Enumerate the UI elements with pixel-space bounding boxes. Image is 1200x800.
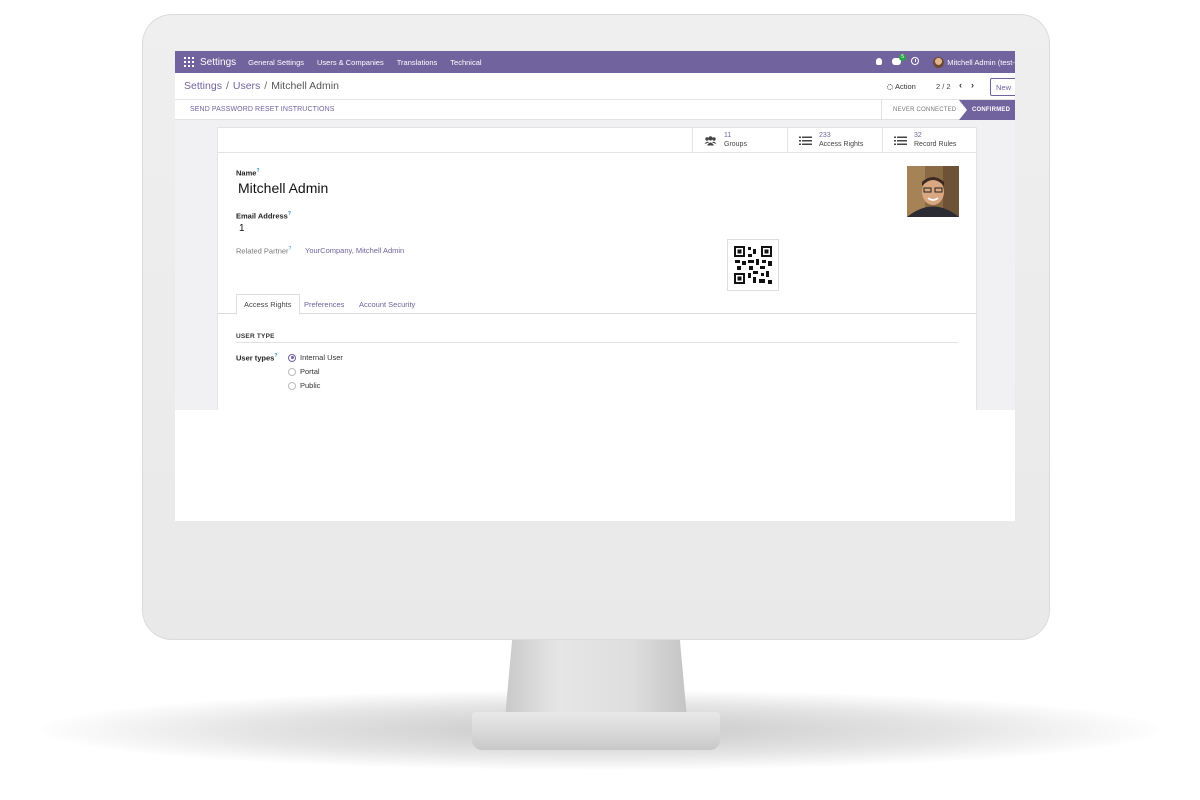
user-menu[interactable]: Mitchell Admin (test-d xyxy=(947,58,1015,67)
activity-clock-icon[interactable] xyxy=(911,57,920,67)
debug-bug-icon[interactable] xyxy=(876,57,883,67)
messages-count-badge: 5 xyxy=(899,53,907,61)
radio-portal[interactable]: Portal xyxy=(288,367,320,376)
groups-label: Groups xyxy=(724,140,747,148)
user-type-section-title: USER TYPE xyxy=(236,333,275,340)
users-icon xyxy=(704,135,717,145)
help-tooltip-icon[interactable]: ? xyxy=(274,353,277,359)
pager-value[interactable]: 2 / 2 xyxy=(936,82,951,91)
user-photo-avatar[interactable] xyxy=(907,166,959,217)
radio-unchecked-icon[interactable] xyxy=(288,367,296,376)
radio-label: Public xyxy=(300,381,321,390)
list-icon xyxy=(799,136,812,145)
groups-count: 11 xyxy=(724,132,732,139)
new-button[interactable]: New xyxy=(990,78,1015,96)
monitor-stand-base xyxy=(472,712,720,750)
chevron-left-icon[interactable]: ‹ xyxy=(959,80,962,90)
radio-label: Internal User xyxy=(300,353,343,362)
action-button[interactable]: Action xyxy=(887,82,916,91)
breadcrumb: Settings / Users / Mitchell Admin xyxy=(184,80,339,92)
form-tabs: Access Rights Preferences Account Securi… xyxy=(218,294,976,315)
access-rights-stat-button[interactable]: 233 Access Rights xyxy=(787,128,882,153)
empty-screen-area xyxy=(175,410,1015,521)
name-field[interactable]: Mitchell Admin xyxy=(238,180,328,196)
list-icon xyxy=(894,136,907,145)
form-sheet: 11 Groups 233 Access Rights 32 Record Ru… xyxy=(217,127,977,417)
groups-stat-button[interactable]: 11 Groups xyxy=(692,128,787,153)
monitor-stand-neck xyxy=(505,638,687,718)
radio-public[interactable]: Public xyxy=(288,381,320,390)
menu-translations[interactable]: Translations xyxy=(397,58,438,67)
apps-grid-icon[interactable] xyxy=(184,57,194,67)
record-rules-stat-button[interactable]: 32 Record Rules xyxy=(882,128,977,153)
related-partner-label: Related Partner? xyxy=(236,246,292,256)
action-label: Action xyxy=(895,82,916,91)
send-password-reset-button[interactable]: SEND PASSWORD RESET INSTRUCTIONS xyxy=(190,106,335,113)
menu-users-companies[interactable]: Users & Companies xyxy=(317,58,384,67)
email-label: Email Address? xyxy=(236,211,291,221)
help-tooltip-icon[interactable]: ? xyxy=(256,168,259,174)
user-photo-image xyxy=(907,166,959,217)
stage-confirmed[interactable]: CONFIRMED xyxy=(959,100,1015,120)
breadcrumb-current: Mitchell Admin xyxy=(271,80,339,92)
user-types-label: User types? xyxy=(236,353,278,363)
menu-general-settings[interactable]: General Settings xyxy=(248,58,304,67)
qr-code-graphic xyxy=(734,246,772,284)
section-divider xyxy=(236,342,958,343)
radio-checked-icon[interactable] xyxy=(288,353,296,362)
breadcrumb-users[interactable]: Users xyxy=(233,80,260,92)
help-tooltip-icon[interactable]: ? xyxy=(289,246,292,252)
tab-access-rights[interactable]: Access Rights xyxy=(236,294,300,315)
app-brand[interactable]: Settings xyxy=(200,57,236,68)
related-partner-link[interactable]: YourCompany, Mitchell Admin xyxy=(305,246,404,255)
breadcrumb-settings[interactable]: Settings xyxy=(184,80,222,92)
access-rights-label: Access Rights xyxy=(819,140,864,148)
record-rules-label: Record Rules xyxy=(914,140,957,148)
control-panel: Settings / Users / Mitchell Admin Action 2 /… xyxy=(175,73,1015,100)
radio-internal-user[interactable]: Internal User xyxy=(288,353,343,362)
chevron-right-icon[interactable]: › xyxy=(971,80,974,90)
tab-account-security[interactable]: Account Security xyxy=(352,294,422,314)
name-label: Name? xyxy=(236,168,260,178)
top-navbar: Settings General Settings Users & Compan… xyxy=(175,51,1015,73)
stage-never-connected[interactable]: NEVER CONNECTED xyxy=(881,100,961,120)
screen: Settings General Settings Users & Compan… xyxy=(175,51,1015,521)
stat-button-box: 11 Groups 233 Access Rights 32 Record Ru… xyxy=(218,128,976,153)
gear-icon xyxy=(887,83,893,90)
radio-unchecked-icon[interactable] xyxy=(288,381,296,390)
page: Settings General Settings Users & Compan… xyxy=(0,0,1200,800)
radio-label: Portal xyxy=(300,367,320,376)
access-rights-count: 233 xyxy=(819,132,831,139)
messages-chat-icon[interactable]: 5 xyxy=(892,53,907,67)
user-avatar[interactable] xyxy=(933,56,945,68)
menu-technical[interactable]: Technical xyxy=(450,58,481,67)
email-field[interactable]: 1 xyxy=(239,223,245,234)
record-rules-count: 32 xyxy=(914,132,922,139)
tab-preferences[interactable]: Preferences xyxy=(297,294,351,314)
help-tooltip-icon[interactable]: ? xyxy=(288,211,291,217)
navbar-systray: 5 Mitchell Admin (test-d xyxy=(866,51,1015,73)
qr-code-icon xyxy=(727,239,779,291)
status-bar: SEND PASSWORD RESET INSTRUCTIONS NEVER C… xyxy=(175,100,1015,120)
